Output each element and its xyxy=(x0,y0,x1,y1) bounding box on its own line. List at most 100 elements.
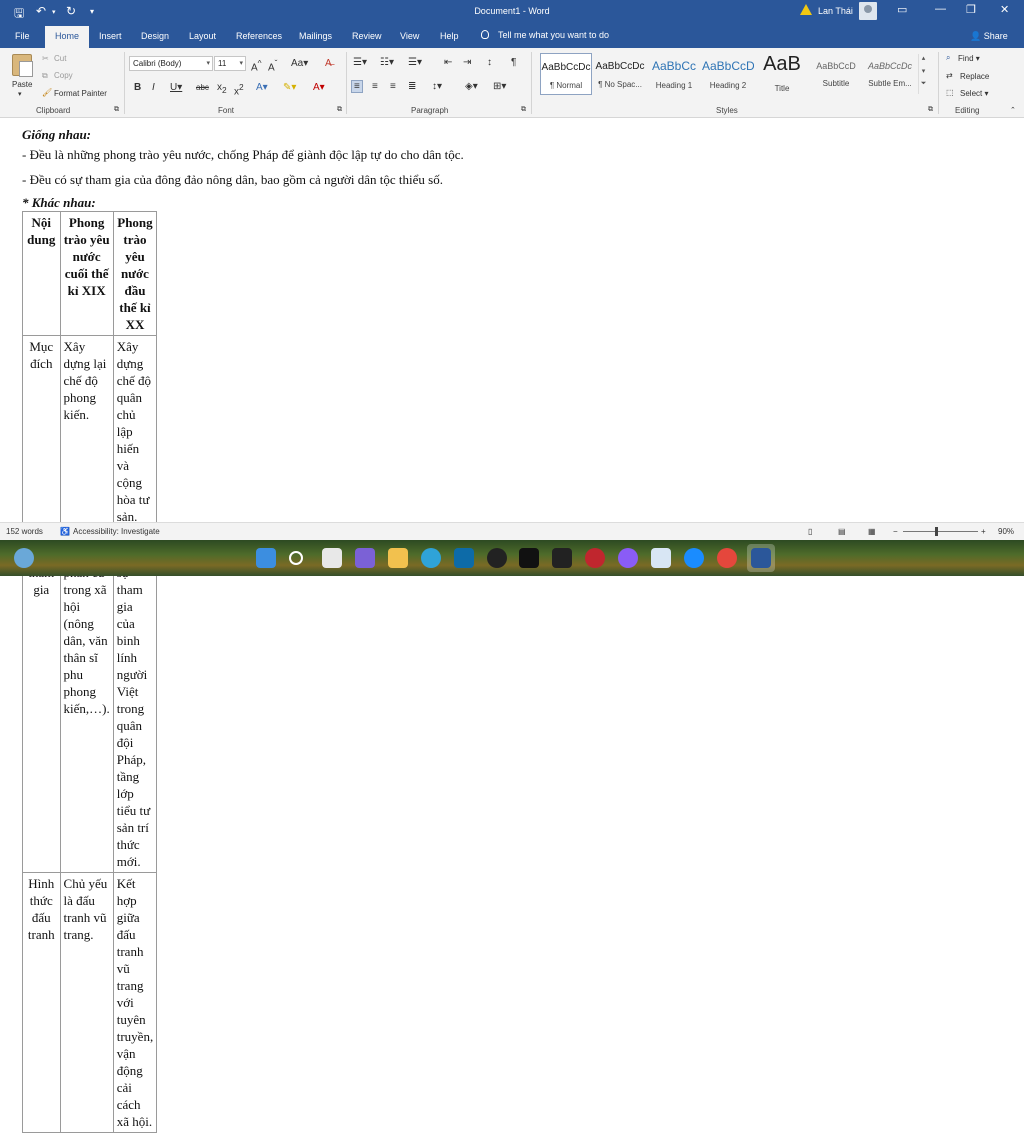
minimize-icon[interactable]: — xyxy=(935,3,946,15)
bullets-icon[interactable]: ☰▾ xyxy=(353,57,367,68)
photos-icon[interactable] xyxy=(651,548,671,568)
clear-formatting-icon[interactable]: A̶ xyxy=(325,58,332,69)
app-red-icon[interactable] xyxy=(585,548,605,568)
font-size-box[interactable]: 11 ▾ xyxy=(214,56,246,71)
style-subtitle[interactable]: AaBbCcD Subtitle xyxy=(810,53,862,95)
select-icon[interactable]: ⬚ xyxy=(946,88,954,97)
cut-button[interactable]: Cut xyxy=(54,54,66,63)
select-button[interactable]: Select ▾ xyxy=(960,89,988,98)
replace-button[interactable]: Replace xyxy=(960,72,989,81)
search-icon[interactable] xyxy=(289,551,303,565)
tab-mailings[interactable]: Mailings xyxy=(299,31,332,41)
cut-icon[interactable]: ✂ xyxy=(42,54,49,63)
style-heading-1[interactable]: AaBbCc Heading 1 xyxy=(648,53,700,95)
highlight-icon[interactable]: ✎▾ xyxy=(283,82,296,93)
copy-button[interactable]: Copy xyxy=(54,71,73,80)
shrink-font-icon[interactable]: Aˇ xyxy=(268,58,277,73)
align-right-icon[interactable]: ≡ xyxy=(390,81,396,92)
replace-icon[interactable]: ⇄ xyxy=(946,71,953,80)
style-subtle-emphasis[interactable]: AaBbCcDc Subtle Em... xyxy=(864,53,916,95)
justify-icon[interactable]: ≣ xyxy=(408,81,416,92)
decrease-indent-icon[interactable]: ⇤ xyxy=(444,57,452,68)
multilevel-list-icon[interactable]: ☰▾ xyxy=(408,57,422,68)
tab-review[interactable]: Review xyxy=(352,31,382,41)
chevron-down-icon[interactable]: ▾ xyxy=(919,67,928,80)
zoom-slider[interactable] xyxy=(903,531,978,532)
task-view-icon[interactable] xyxy=(322,548,342,568)
chevron-up-icon[interactable]: ▴ xyxy=(919,54,928,67)
italic-icon[interactable]: I xyxy=(152,82,155,93)
paste-icon[interactable] xyxy=(12,54,33,77)
app-icon[interactable] xyxy=(487,548,507,568)
paragraph-launcher-icon[interactable]: ⧉ xyxy=(521,106,526,114)
paste-button[interactable]: Paste xyxy=(12,80,32,89)
paste-dropdown-icon[interactable]: ▾ xyxy=(18,90,22,98)
show-formatting-icon[interactable]: ¶ xyxy=(511,57,516,68)
increase-indent-icon[interactable]: ⇥ xyxy=(463,57,471,68)
style-normal[interactable]: AaBbCcDc ¶ Normal xyxy=(540,53,592,95)
accessibility-icon[interactable]: ♿ xyxy=(60,527,70,536)
tiktok-icon[interactable] xyxy=(519,548,539,568)
style-no-spacing[interactable]: AaBbCcDc ¶ No Spac... xyxy=(594,53,646,95)
messenger-icon[interactable] xyxy=(618,548,638,568)
text-effects-icon[interactable]: A▾ xyxy=(256,82,268,93)
format-painter-icon[interactable]: 🖌 xyxy=(42,88,52,97)
style-heading-2[interactable]: AaBbCcD Heading 2 xyxy=(702,53,754,95)
word-count[interactable]: 152 words xyxy=(6,527,43,536)
avatar[interactable] xyxy=(859,2,877,20)
capcut-icon[interactable] xyxy=(552,548,572,568)
tab-design[interactable]: Design xyxy=(141,31,169,41)
styles-gallery-scroll[interactable]: ▴ ▾ ⏷ xyxy=(918,54,928,94)
align-left-icon[interactable]: ≡ xyxy=(351,80,363,93)
ribbon-display-icon[interactable]: ▭ xyxy=(897,3,907,16)
zoom-out-icon[interactable]: − xyxy=(893,527,898,536)
numbering-icon[interactable]: ☷▾ xyxy=(380,57,394,68)
user-name[interactable]: Lan Thái xyxy=(818,6,853,16)
print-layout-icon[interactable]: ▤ xyxy=(838,527,846,536)
word-icon[interactable] xyxy=(751,548,771,568)
borders-icon[interactable]: ⊞▾ xyxy=(493,81,506,92)
tab-insert[interactable]: Insert xyxy=(99,31,122,41)
find-button[interactable]: Find ▾ xyxy=(958,54,980,63)
store-icon[interactable] xyxy=(454,548,474,568)
font-color-icon[interactable]: A▾ xyxy=(313,82,325,93)
warning-icon[interactable] xyxy=(800,4,812,15)
accessibility-status[interactable]: Accessibility: Investigate xyxy=(73,527,160,536)
edge-icon[interactable] xyxy=(421,548,441,568)
superscript-icon[interactable]: x2 xyxy=(234,82,244,97)
find-icon[interactable]: ⌕ xyxy=(946,53,950,63)
tab-file[interactable]: File xyxy=(15,31,30,41)
close-icon[interactable]: ✕ xyxy=(1000,3,1009,16)
weather-icon[interactable] xyxy=(14,548,34,568)
web-layout-icon[interactable]: ▦ xyxy=(868,527,876,536)
zoom-slider-thumb[interactable] xyxy=(935,527,938,536)
font-launcher-icon[interactable]: ⧉ xyxy=(337,106,342,114)
collapse-ribbon-icon[interactable]: ⌃ xyxy=(1010,106,1016,114)
align-center-icon[interactable]: ≡ xyxy=(372,81,378,92)
clipboard-launcher-icon[interactable]: ⧉ xyxy=(114,106,119,114)
styles-launcher-icon[interactable]: ⧉ xyxy=(928,106,933,114)
tab-references[interactable]: References xyxy=(236,31,282,41)
format-painter-button[interactable]: Format Painter xyxy=(54,89,107,98)
strikethrough-icon[interactable]: abc xyxy=(196,83,209,92)
tab-view[interactable]: View xyxy=(400,31,419,41)
style-title[interactable]: AaB Title xyxy=(756,53,808,95)
bold-icon[interactable]: B xyxy=(134,82,141,93)
restore-icon[interactable]: ❐ xyxy=(966,3,976,16)
read-mode-icon[interactable]: ▯ xyxy=(808,527,812,536)
file-explorer-icon[interactable] xyxy=(388,548,408,568)
shading-icon[interactable]: ◈▾ xyxy=(465,81,478,92)
chrome-icon[interactable] xyxy=(717,548,737,568)
underline-icon[interactable]: U▾ xyxy=(170,82,182,93)
line-spacing-icon[interactable]: ↕▾ xyxy=(432,81,442,92)
font-name-box[interactable]: Calibri (Body) ▾ xyxy=(129,56,213,71)
tab-layout[interactable]: Layout xyxy=(189,31,216,41)
subscript-icon[interactable]: x2 xyxy=(217,82,227,95)
zoom-level[interactable]: 90% xyxy=(998,527,1014,536)
teams-icon[interactable] xyxy=(355,548,375,568)
copy-icon[interactable]: ⧉ xyxy=(42,71,48,81)
zalo-icon[interactable] xyxy=(684,548,704,568)
more-styles-icon[interactable]: ⏷ xyxy=(919,80,928,93)
tell-me-search[interactable]: Tell me what you want to do xyxy=(481,30,609,40)
share-button[interactable]: 👤 Share xyxy=(970,31,1008,42)
